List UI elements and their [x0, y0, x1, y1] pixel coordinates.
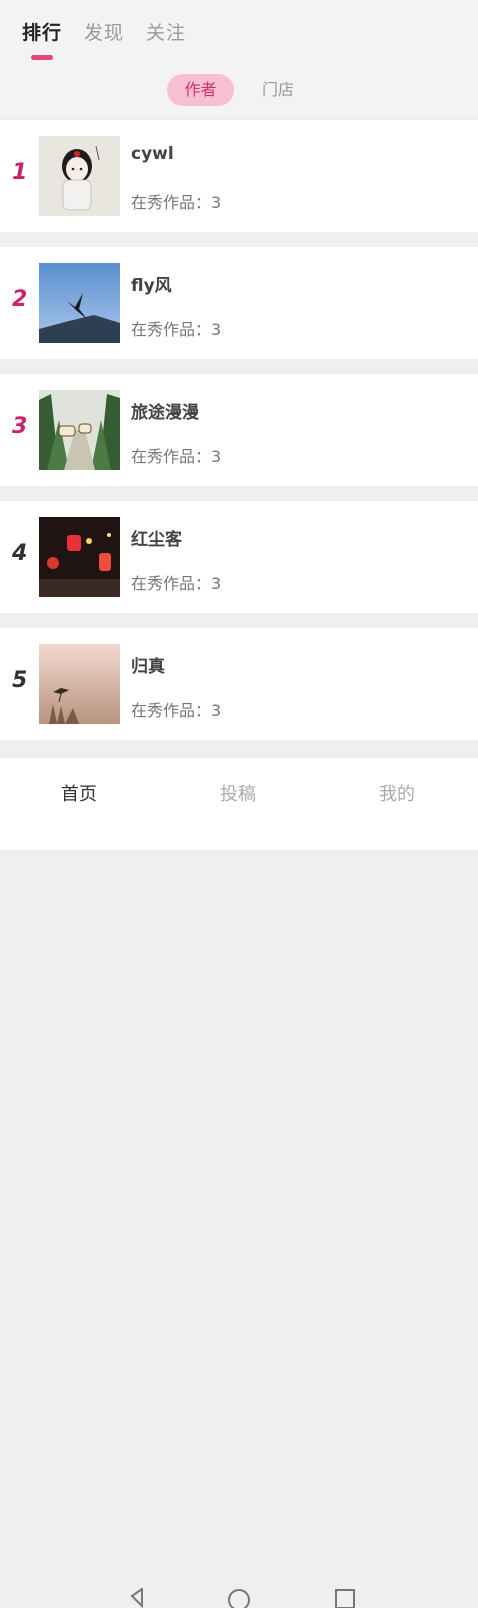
- subtab-store[interactable]: 门店: [250, 74, 306, 106]
- works-count: 在秀作品：3: [131, 320, 222, 339]
- tab-follow[interactable]: 关注: [146, 18, 186, 45]
- works-count: 在秀作品：3: [131, 193, 222, 212]
- author-name: 旅途漫漫: [131, 403, 199, 423]
- recent-apps-icon[interactable]: [335, 1589, 355, 1608]
- subtab-author[interactable]: 作者: [167, 74, 234, 106]
- girl-portrait-avatar[interactable]: [39, 136, 120, 216]
- works-count: 在秀作品：3: [131, 574, 222, 593]
- tab-ranking[interactable]: 排行: [22, 18, 62, 45]
- author-name: 归真: [131, 657, 165, 677]
- nav-home[interactable]: 首页: [61, 780, 97, 806]
- home-circle-icon[interactable]: [228, 1589, 250, 1608]
- author-name: fly风: [131, 276, 172, 296]
- author-name: cywl: [131, 144, 174, 164]
- lanterns-night-avatar[interactable]: [39, 517, 120, 597]
- author-card[interactable]: 2 fly风 在秀作品：3: [0, 247, 478, 359]
- bird-sky-avatar[interactable]: [39, 263, 120, 343]
- forest-road-avatar[interactable]: [39, 390, 120, 470]
- main-tabs: 排行 发现 关注: [22, 18, 186, 45]
- author-card[interactable]: 3 旅途漫漫 在秀作品：3: [0, 374, 478, 486]
- heron-mist-avatar[interactable]: [39, 644, 120, 724]
- works-count: 在秀作品：3: [131, 447, 222, 466]
- works-count: 在秀作品：3: [131, 701, 222, 720]
- rank-number: 3: [12, 414, 28, 439]
- author-name: 红尘客: [131, 530, 182, 550]
- nav-submit[interactable]: 投稿: [220, 780, 256, 806]
- author-card[interactable]: 5 归真 在秀作品：3: [0, 628, 478, 740]
- sub-tabs: 作者 门店: [0, 74, 478, 106]
- bottom-navigation: 首页 投稿 我的: [0, 758, 478, 1608]
- active-tab-indicator: [31, 55, 53, 60]
- top-header: 排行 发现 关注 作者 门店: [0, 0, 478, 118]
- nav-mine[interactable]: 我的: [379, 780, 415, 806]
- rank-number: 5: [12, 668, 28, 693]
- rank-number: 2: [12, 287, 28, 312]
- rank-number: 1: [12, 160, 28, 185]
- author-card[interactable]: 4 红尘客 在秀作品：3: [0, 501, 478, 613]
- rank-number: 4: [12, 541, 28, 566]
- back-icon[interactable]: [130, 1588, 143, 1608]
- author-card[interactable]: 1 cywl 在秀作品：3: [0, 120, 478, 232]
- tab-discover[interactable]: 发现: [84, 18, 124, 45]
- system-navigation-bar: [130, 1588, 355, 1608]
